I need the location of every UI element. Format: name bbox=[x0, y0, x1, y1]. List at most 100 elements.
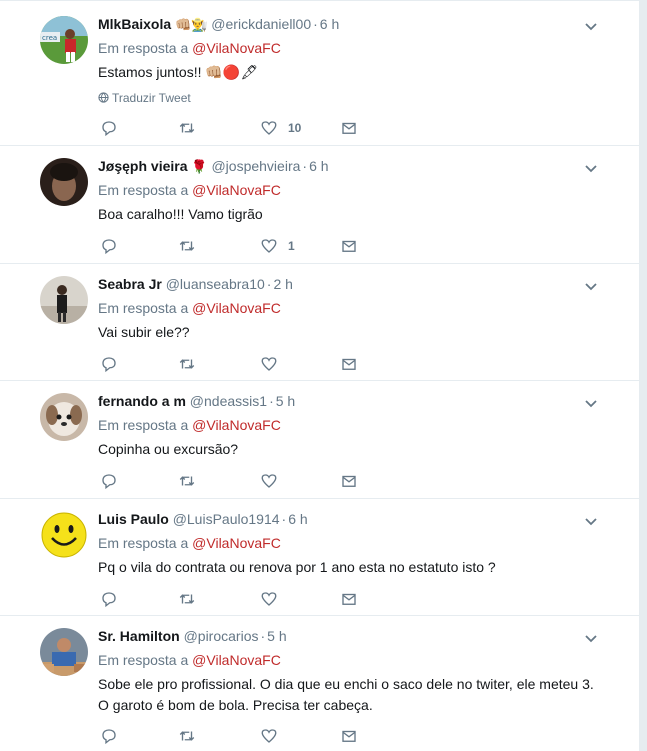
reply-context: Em resposta a @VilaNovaFC bbox=[98, 40, 281, 56]
direct-message-button[interactable] bbox=[340, 354, 358, 374]
display-name[interactable]: Jøşęph vieira bbox=[98, 158, 188, 174]
heart-icon bbox=[261, 592, 277, 606]
direct-message-button[interactable] bbox=[340, 236, 358, 256]
tweet[interactable]: Sr. Hamilton @pirocarios · 5 h Em resposta… bbox=[0, 616, 639, 751]
translate-link[interactable]: Traduzir Tweet bbox=[98, 91, 191, 105]
avatar[interactable] bbox=[40, 628, 88, 676]
handle[interactable]: @luanseabra10 bbox=[166, 276, 265, 292]
avatar[interactable] bbox=[40, 393, 88, 441]
like-count: 10 bbox=[288, 121, 302, 135]
chevron-down-icon[interactable] bbox=[583, 513, 599, 529]
avatar[interactable] bbox=[40, 276, 88, 324]
retweet-button[interactable] bbox=[178, 118, 196, 138]
direct-message-button[interactable] bbox=[340, 471, 358, 491]
mention-link[interactable]: @VilaNovaFC bbox=[192, 535, 281, 551]
tweet-actions: 1 bbox=[98, 236, 368, 256]
avatar[interactable]: crea bbox=[40, 16, 88, 64]
envelope-icon bbox=[342, 730, 356, 742]
name-emoji: 👊🏼👨‍🌾 bbox=[175, 17, 208, 32]
direct-message-button[interactable] bbox=[340, 589, 358, 609]
reply-icon bbox=[102, 121, 116, 137]
retweet-button[interactable] bbox=[178, 471, 196, 491]
reply-button[interactable] bbox=[100, 354, 118, 374]
handle[interactable]: @LuisPaulo1914 bbox=[173, 511, 280, 527]
retweet-button[interactable] bbox=[178, 589, 196, 609]
direct-message-button[interactable] bbox=[340, 118, 358, 138]
timestamp[interactable]: 6 h bbox=[320, 16, 339, 32]
retweet-button[interactable] bbox=[178, 236, 196, 256]
tweet-header: Sr. Hamilton @pirocarios · 5 h bbox=[98, 628, 287, 644]
tweet-header: MlkBaixola 👊🏼👨‍🌾 @erickdaniell00 · 6 h bbox=[98, 16, 340, 32]
like-button[interactable]: 1 bbox=[260, 236, 295, 256]
chevron-down-icon[interactable] bbox=[583, 18, 599, 34]
heart-icon bbox=[261, 239, 277, 253]
reply-button[interactable] bbox=[100, 726, 118, 746]
envelope-icon bbox=[342, 240, 356, 252]
handle[interactable]: @jospehvieira bbox=[211, 158, 300, 174]
mention-link[interactable]: @VilaNovaFC bbox=[192, 417, 281, 433]
handle[interactable]: @ndeassis1 bbox=[190, 393, 267, 409]
tweet-text: Pq o vila do contrata ou renova por 1 an… bbox=[98, 559, 496, 575]
reply-icon bbox=[102, 729, 116, 745]
timestamp[interactable]: 5 h bbox=[276, 393, 295, 409]
reply-button[interactable] bbox=[100, 471, 118, 491]
handle[interactable]: @pirocarios bbox=[184, 628, 259, 644]
like-button[interactable] bbox=[260, 354, 288, 374]
tweet-text: Copinha ou excursão? bbox=[98, 441, 239, 457]
tweet[interactable]: fernando a m @ndeassis1 · 5 h Em resposta … bbox=[0, 381, 639, 499]
tweet-text: Vai subir ele?? bbox=[98, 324, 190, 340]
reply-icon bbox=[102, 592, 116, 608]
reply-icon bbox=[102, 474, 116, 490]
tweet-actions: 10 bbox=[98, 118, 368, 138]
name-emoji: 🌹 bbox=[191, 159, 208, 174]
mention-link[interactable]: @VilaNovaFC bbox=[192, 40, 281, 56]
display-name[interactable]: Sr. Hamilton bbox=[98, 628, 180, 644]
heart-icon bbox=[261, 357, 277, 371]
display-name[interactable]: Luis Paulo bbox=[98, 511, 169, 527]
heart-icon bbox=[261, 121, 277, 135]
display-name[interactable]: fernando a m bbox=[98, 393, 186, 409]
reply-context: Em resposta a @VilaNovaFC bbox=[98, 300, 281, 316]
timestamp[interactable]: 5 h bbox=[267, 628, 286, 644]
reply-button[interactable] bbox=[100, 589, 118, 609]
reply-button[interactable] bbox=[100, 236, 118, 256]
display-name[interactable]: MlkBaixola bbox=[98, 16, 171, 32]
retweet-button[interactable] bbox=[178, 726, 196, 746]
handle[interactable]: @erickdaniell00 bbox=[211, 16, 311, 32]
like-button[interactable] bbox=[260, 589, 288, 609]
mention-link[interactable]: @VilaNovaFC bbox=[192, 652, 281, 668]
reply-icon bbox=[102, 357, 116, 373]
avatar[interactable] bbox=[40, 158, 88, 206]
envelope-icon bbox=[342, 358, 356, 370]
retweet-icon bbox=[179, 594, 195, 604]
mention-link[interactable]: @VilaNovaFC bbox=[192, 300, 281, 316]
retweet-button[interactable] bbox=[178, 354, 196, 374]
timestamp[interactable]: 2 h bbox=[273, 276, 292, 292]
chevron-down-icon[interactable] bbox=[583, 395, 599, 411]
tweet-header: Luis Paulo @LuisPaulo1914 · 6 h bbox=[98, 511, 308, 527]
avatar[interactable] bbox=[40, 511, 88, 559]
tweet-header: fernando a m @ndeassis1 · 5 h bbox=[98, 393, 296, 409]
tweet[interactable]: Seabra Jr @luanseabra10 · 2 h Em resposta … bbox=[0, 264, 639, 381]
chevron-down-icon[interactable] bbox=[583, 630, 599, 646]
timestamp[interactable]: 6 h bbox=[309, 158, 328, 174]
direct-message-button[interactable] bbox=[340, 726, 358, 746]
tweet[interactable]: Luis Paulo @LuisPaulo1914 · 6 h Em respost… bbox=[0, 499, 639, 616]
envelope-icon bbox=[342, 593, 356, 605]
retweet-icon bbox=[179, 359, 195, 369]
like-count: 1 bbox=[288, 239, 295, 253]
replies-feed: crea MlkBaixola 👊🏼👨‍🌾 @erickdaniell00 · 6 … bbox=[0, 0, 640, 751]
display-name[interactable]: Seabra Jr bbox=[98, 276, 162, 292]
chevron-down-icon[interactable] bbox=[583, 278, 599, 294]
mention-link[interactable]: @VilaNovaFC bbox=[192, 182, 281, 198]
timestamp[interactable]: 6 h bbox=[288, 511, 307, 527]
tweet-actions bbox=[98, 471, 368, 491]
like-button[interactable] bbox=[260, 726, 288, 746]
heart-icon bbox=[261, 729, 277, 743]
tweet[interactable]: Jøşęph vieira 🌹 @jospehvieira · 6 h Em res… bbox=[0, 146, 639, 264]
like-button[interactable]: 10 bbox=[260, 118, 301, 138]
like-button[interactable] bbox=[260, 471, 288, 491]
tweet[interactable]: crea MlkBaixola 👊🏼👨‍🌾 @erickdaniell00 · 6 … bbox=[0, 4, 639, 146]
chevron-down-icon[interactable] bbox=[583, 160, 599, 176]
reply-button[interactable] bbox=[100, 118, 118, 138]
